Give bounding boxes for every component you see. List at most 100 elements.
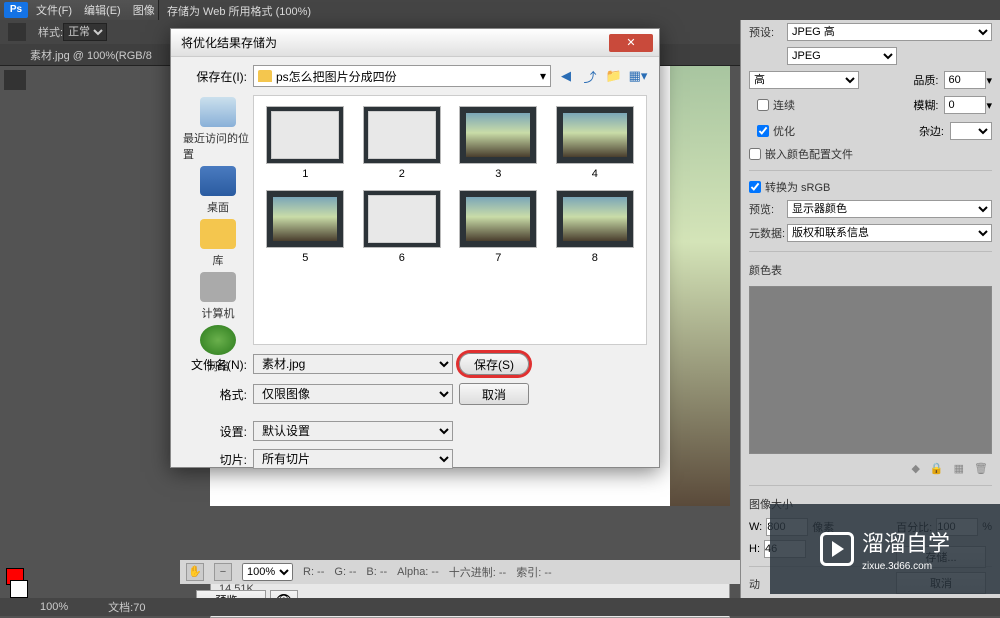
preset-label: 预设:	[749, 24, 787, 40]
file-item[interactable]: 1	[260, 106, 351, 180]
zoom-out-button[interactable]: −	[214, 563, 232, 581]
watermark-text: 溜溜自学	[862, 531, 950, 556]
shape-tool[interactable]	[4, 488, 26, 508]
readout-alpha: Alpha: --	[397, 566, 439, 578]
optimized-checkbox[interactable]	[757, 125, 769, 137]
blur-dropdown-icon[interactable]: ▾	[986, 99, 992, 112]
readout-g: G: --	[334, 566, 356, 578]
file-item[interactable]: 3	[453, 106, 544, 180]
eyedropper-tool[interactable]	[4, 193, 26, 213]
place-desktop[interactable]: 桌面	[200, 166, 236, 215]
place-computer-label: 计算机	[202, 305, 235, 321]
settings-select[interactable]: 默认设置	[253, 421, 453, 441]
filename-input[interactable]: 素材.jpg	[253, 354, 453, 374]
ct-lock-icon[interactable]: 🔒	[930, 462, 944, 475]
watermark-sub: zixue.3d66.com	[862, 561, 950, 572]
place-library[interactable]: 库	[200, 219, 236, 268]
stamp-tool[interactable]	[4, 267, 26, 287]
ct-add-icon[interactable]: ▦	[954, 462, 964, 475]
pen-tool[interactable]	[4, 414, 26, 434]
path-tool[interactable]	[4, 463, 26, 483]
matte-label: 杂边:	[919, 123, 944, 139]
watermark-logo: 溜溜自学 zixue.3d66.com	[770, 504, 1000, 594]
file-item[interactable]: 2	[357, 106, 448, 180]
dodge-tool[interactable]	[4, 390, 26, 410]
progressive-checkbox[interactable]	[757, 99, 769, 111]
saveforweb-dialog-title: 存储为 Web 所用格式 (100%)	[158, 0, 1000, 20]
move-tool[interactable]	[4, 70, 26, 90]
quality-dropdown-icon[interactable]: ▾	[986, 74, 992, 87]
convert-srgb-checkbox[interactable]	[749, 181, 761, 193]
zoom-select[interactable]: 100%	[242, 563, 293, 581]
hand-icon[interactable]: ✋	[186, 563, 204, 581]
file-label: 2	[399, 168, 405, 180]
save-as-dialog: 将优化结果存储为 ✕ 保存在(I): ps怎么把图片分成四份 ▾ ◀ ⤴ 📁 ▦…	[170, 28, 660, 468]
blur-tool[interactable]	[4, 365, 26, 385]
ps-logo: Ps	[4, 2, 28, 18]
convert-srgb-label: 转换为 sRGB	[765, 179, 830, 195]
dialog-save-button[interactable]: 保存(S)	[459, 353, 529, 375]
eraser-tool[interactable]	[4, 316, 26, 336]
blur-input[interactable]	[944, 96, 986, 114]
file-item[interactable]: 7	[453, 190, 544, 264]
gradient-tool[interactable]	[4, 340, 26, 360]
format-label: 格式:	[183, 386, 247, 403]
h-label: H:	[749, 543, 760, 555]
dialog-cancel-button[interactable]: 取消	[459, 383, 529, 405]
quality-preset-select[interactable]: 高	[749, 71, 859, 89]
menu-edit[interactable]: 编辑(E)	[84, 2, 121, 18]
wand-tool[interactable]	[4, 144, 26, 164]
zoom-tool[interactable]	[4, 537, 26, 557]
nav-up-icon[interactable]: ⤴	[581, 67, 599, 85]
color-table	[749, 286, 992, 454]
folder-combo[interactable]: ps怎么把图片分成四份 ▾	[253, 65, 551, 87]
status-zoom: 100%	[40, 601, 68, 613]
format-select-dlg[interactable]: 仅限图像	[253, 384, 453, 404]
history-brush-tool[interactable]	[4, 291, 26, 311]
file-item[interactable]: 8	[550, 190, 641, 264]
preview-select[interactable]: 显示器颜色	[787, 200, 992, 218]
preset-select[interactable]: JPEG 高	[787, 23, 992, 41]
file-item[interactable]: 6	[357, 190, 448, 264]
menu-file[interactable]: 文件(F)	[36, 2, 72, 18]
place-computer[interactable]: 计算机	[200, 272, 236, 321]
quality-input[interactable]	[944, 71, 986, 89]
format-select[interactable]: JPEG	[787, 47, 897, 65]
style-select[interactable]: 正常	[63, 23, 107, 41]
heal-tool[interactable]	[4, 217, 26, 237]
colortable-heading: 颜色表	[741, 258, 1000, 282]
file-item[interactable]: 5	[260, 190, 351, 264]
nav-viewmode-icon[interactable]: ▦▾	[629, 67, 647, 85]
move-tool-icon	[8, 23, 26, 41]
file-item[interactable]: 4	[550, 106, 641, 180]
file-label: 1	[302, 168, 308, 180]
nav-back-icon[interactable]: ◀	[557, 67, 575, 85]
readout-b: B: --	[366, 566, 387, 578]
file-label: 6	[399, 252, 405, 264]
marquee-tool[interactable]	[4, 95, 26, 115]
dialog-titlebar: 将优化结果存储为 ✕	[171, 29, 659, 57]
folder-icon	[258, 70, 272, 82]
slice-label: 切片:	[183, 451, 247, 468]
menu-image[interactable]: 图像	[133, 2, 155, 18]
crop-tool[interactable]	[4, 168, 26, 188]
ct-eyedrop-icon[interactable]: ◆	[911, 462, 919, 475]
hand-tool[interactable]	[4, 512, 26, 532]
close-button[interactable]: ✕	[609, 34, 653, 52]
readout-hex: 十六进制: --	[449, 564, 506, 580]
embed-profile-checkbox[interactable]	[749, 148, 761, 160]
metadata-select[interactable]: 版权和联系信息	[787, 224, 992, 242]
status-bar: 100% 文档:70	[0, 598, 1000, 616]
places-sidebar: 最近访问的位置 桌面 库 计算机 网络	[183, 95, 253, 345]
matte-select[interactable]	[950, 122, 992, 140]
type-tool[interactable]	[4, 439, 26, 459]
combo-dropdown-icon[interactable]: ▾	[540, 69, 546, 83]
place-recent[interactable]: 最近访问的位置	[183, 97, 253, 162]
ct-trash-icon[interactable]: 🗑	[974, 462, 988, 475]
nav-newfolder-icon[interactable]: 📁	[605, 67, 623, 85]
lasso-tool[interactable]	[4, 119, 26, 139]
brush-tool[interactable]	[4, 242, 26, 262]
slice-select[interactable]: 所有切片	[253, 449, 453, 469]
background-swatch[interactable]	[10, 580, 28, 598]
preview-label: 预览:	[749, 201, 787, 217]
